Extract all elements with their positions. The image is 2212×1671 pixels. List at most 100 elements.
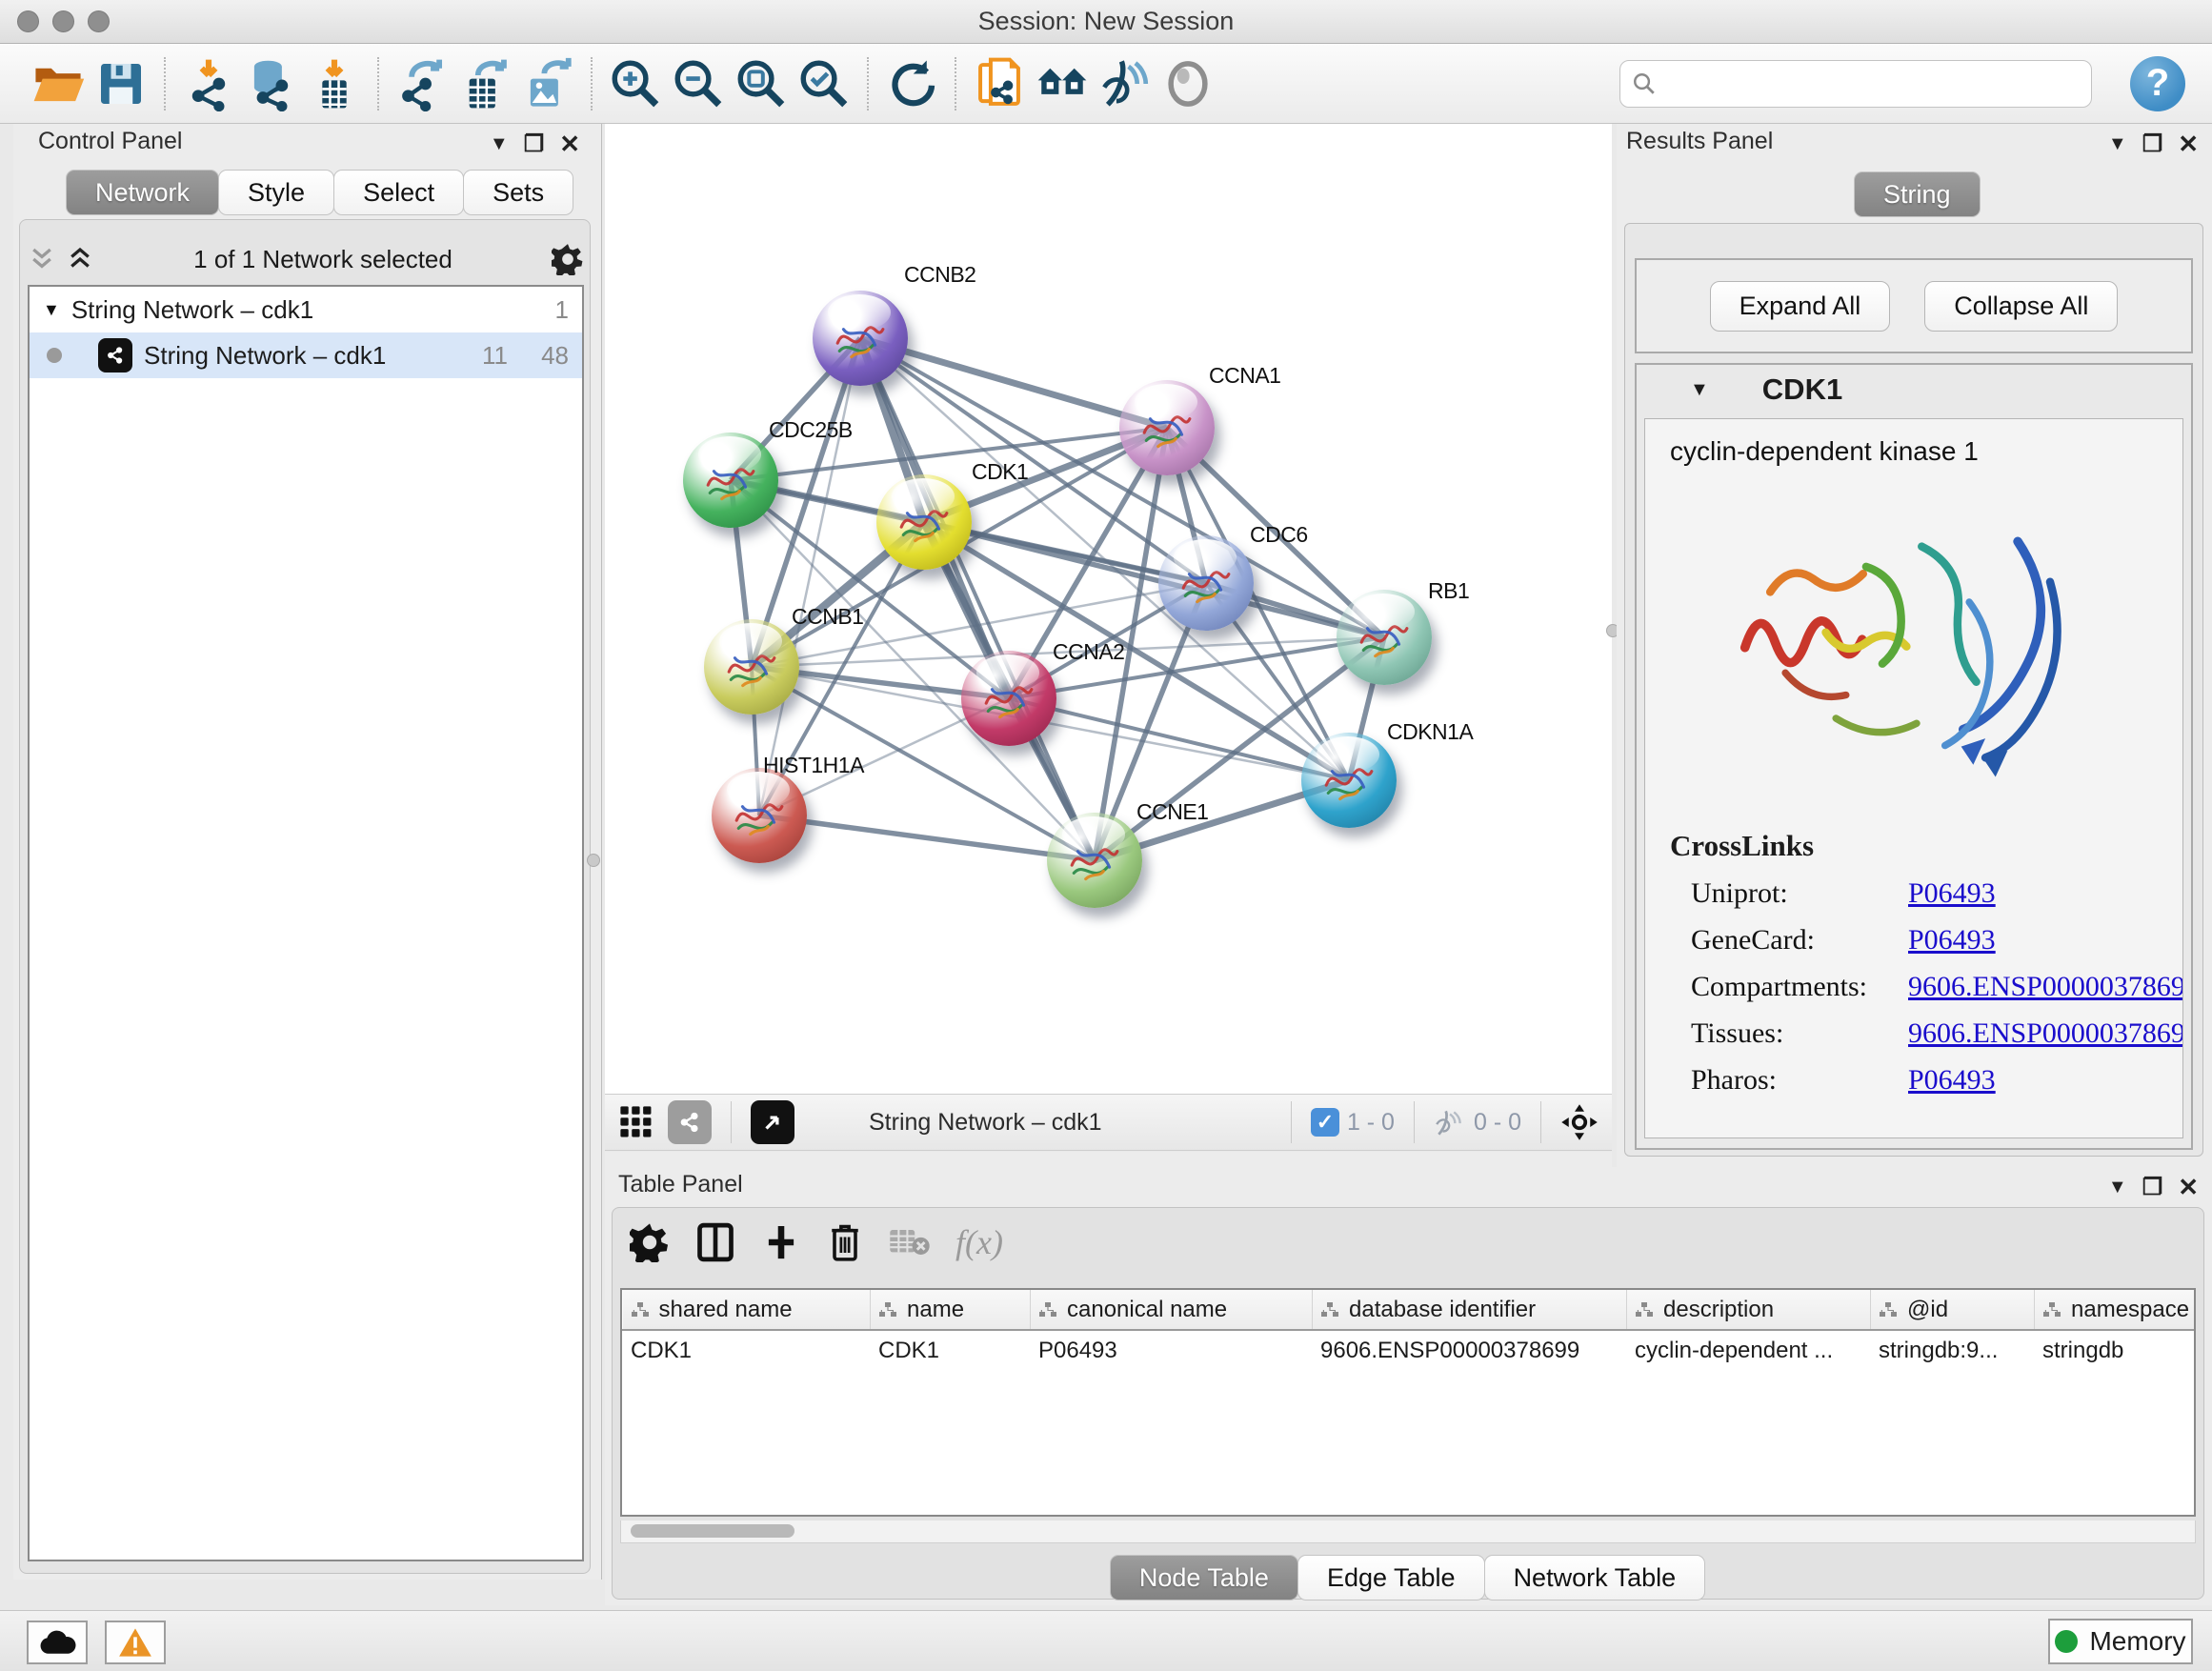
panel-menu-icon[interactable]: ▼ — [2108, 1177, 2127, 1198]
collapse-icon[interactable]: ▼ — [1690, 379, 1709, 401]
network-node-HIST1H1A[interactable] — [712, 768, 807, 863]
warning-icon — [118, 1627, 152, 1658]
collapse-icon[interactable]: ▼ — [43, 300, 60, 320]
show-columns-icon[interactable] — [694, 1221, 736, 1263]
collapse-all-chevron-icon[interactable] — [66, 247, 94, 272]
string-style-icon[interactable] — [668, 1100, 712, 1144]
search-input[interactable] — [1664, 70, 2080, 97]
table-row[interactable]: CDK1CDK1P064939606.ENSP00000378699cyclin… — [623, 1330, 2197, 1370]
scrollbar-thumb[interactable] — [631, 1524, 794, 1538]
tab-edge-table[interactable]: Edge Table — [1297, 1555, 1485, 1601]
column-header-id[interactable]: @id — [1871, 1290, 2035, 1330]
zoom-in-button[interactable] — [604, 52, 667, 115]
crosslink-link[interactable]: 9606.ENSP00000378699 — [1908, 971, 2183, 1003]
expand-all-chevron-icon[interactable] — [28, 247, 56, 272]
network-node-CCNA1[interactable] — [1119, 380, 1215, 475]
crosslink-link[interactable]: P06493 — [1908, 1064, 1996, 1097]
zoom-selected-button[interactable] — [793, 52, 855, 115]
table-cell[interactable]: CDK1 — [871, 1330, 1031, 1370]
left-splitter-handle[interactable] — [587, 854, 600, 867]
crosslink-link[interactable]: P06493 — [1908, 877, 1996, 910]
network-from-file-button[interactable] — [968, 52, 1031, 115]
add-column-icon[interactable] — [761, 1222, 801, 1262]
network-node-CDKN1A[interactable] — [1301, 733, 1397, 828]
panel-menu-icon[interactable]: ▼ — [490, 133, 509, 155]
export-table-button[interactable] — [453, 52, 516, 115]
network-file-icon — [972, 56, 1027, 111]
close-panel-icon[interactable]: ✕ — [559, 130, 580, 159]
collapse-all-button[interactable]: Collapse All — [1924, 281, 2118, 332]
zoom-fit-button[interactable] — [730, 52, 793, 115]
warnings-button[interactable] — [105, 1621, 166, 1664]
tab-network[interactable]: Network — [66, 170, 219, 215]
close-panel-icon[interactable]: ✕ — [2178, 1173, 2199, 1202]
tab-string[interactable]: String — [1854, 171, 1981, 217]
save-session-button[interactable] — [90, 52, 152, 115]
network-node-CCNB2[interactable] — [813, 291, 908, 386]
table-body[interactable]: CDK1CDK1P064939606.ENSP00000378699cyclin… — [623, 1330, 2197, 1370]
column-header-name[interactable]: name — [871, 1290, 1031, 1330]
hide-unhide-button[interactable] — [1094, 52, 1156, 115]
import-table-button[interactable] — [303, 52, 366, 115]
table-cell[interactable]: stringdb:9... — [1871, 1330, 2035, 1370]
network-row[interactable]: String Network – cdk1 11 48 — [30, 332, 582, 378]
network-node-CDC6[interactable] — [1158, 535, 1254, 631]
network-node-RB1[interactable] — [1337, 590, 1432, 685]
column-header-database-identifier[interactable]: database identifier — [1313, 1290, 1627, 1330]
network-table-splitter[interactable] — [605, 1152, 1612, 1167]
open-in-new-window-button[interactable] — [751, 1100, 794, 1144]
network-collection-row[interactable]: ▼ String Network – cdk1 1 — [30, 287, 582, 332]
float-panel-icon[interactable]: ❐ — [524, 131, 545, 158]
home-button[interactable] — [1031, 52, 1094, 115]
table-horizontal-scrollbar[interactable] — [620, 1520, 2196, 1543]
network-node-CCNE1[interactable] — [1047, 813, 1142, 908]
network-node-CCNA2[interactable] — [961, 651, 1056, 746]
crosslink-label: Pharos: — [1670, 1064, 1908, 1097]
cloud-status-button[interactable] — [27, 1621, 88, 1664]
tab-node-table[interactable]: Node Table — [1110, 1555, 1298, 1601]
network-canvas[interactable]: CCNB2CCNA1CDC25BCDK1CDC6RB1CCNB1CCNA2CDK… — [605, 124, 1612, 1094]
import-network-file-button[interactable] — [177, 52, 240, 115]
node-label-CCNA2: CCNA2 — [1053, 639, 1124, 665]
table-cell[interactable]: P06493 — [1031, 1330, 1313, 1370]
gear-icon[interactable] — [552, 243, 584, 275]
refresh-button[interactable] — [880, 52, 943, 115]
float-panel-icon[interactable]: ❐ — [2142, 1174, 2163, 1201]
table-cell[interactable]: 9606.ENSP00000378699 — [1313, 1330, 1627, 1370]
table-header[interactable]: shared namenamecanonical namedatabase id… — [623, 1290, 2197, 1330]
zoom-out-button[interactable] — [667, 52, 730, 115]
tab-network-table[interactable]: Network Table — [1484, 1555, 1706, 1601]
table-cell[interactable]: stringdb — [2035, 1330, 2197, 1370]
table-cell[interactable]: cyclin-dependent ... — [1627, 1330, 1871, 1370]
import-network-icon — [181, 56, 236, 111]
tab-select[interactable]: Select — [333, 170, 464, 215]
column-header-canonical-name[interactable]: canonical name — [1031, 1290, 1313, 1330]
network-node-CCNB1[interactable] — [704, 619, 799, 715]
memory-button[interactable]: Memory — [2048, 1619, 2193, 1664]
crosslink-link[interactable]: 9606.ENSP00000378699 — [1908, 1017, 2183, 1050]
network-node-CDK1[interactable] — [876, 474, 972, 570]
crosslink-link[interactable]: P06493 — [1908, 924, 1996, 956]
network-node-CDC25B[interactable] — [683, 433, 778, 528]
tab-style[interactable]: Style — [218, 170, 334, 215]
birds-eye-grid-icon[interactable] — [618, 1104, 654, 1140]
close-panel-icon[interactable]: ✕ — [2178, 130, 2199, 159]
column-header-description[interactable]: description — [1627, 1290, 1871, 1330]
expand-all-button[interactable]: Expand All — [1710, 281, 1891, 332]
pan-crosshair-icon[interactable] — [1560, 1103, 1599, 1141]
help-button[interactable]: ? — [2130, 56, 2185, 111]
table-options-gear-icon[interactable] — [630, 1222, 670, 1262]
open-session-button[interactable] — [27, 52, 90, 115]
graphics-details-button[interactable] — [1156, 52, 1219, 115]
column-header-shared-name[interactable]: shared name — [623, 1290, 871, 1330]
panel-menu-icon[interactable]: ▼ — [2108, 133, 2127, 155]
float-panel-icon[interactable]: ❐ — [2142, 131, 2163, 158]
gene-section-header[interactable]: ▼ CDK1 — [1637, 365, 2191, 414]
delete-column-icon[interactable] — [826, 1221, 864, 1263]
table-cell[interactable]: CDK1 — [623, 1330, 871, 1370]
column-header-namespace[interactable]: namespace — [2035, 1290, 2197, 1330]
tab-sets[interactable]: Sets — [463, 170, 573, 215]
export-image-button[interactable] — [516, 52, 579, 115]
import-network-database-button[interactable] — [240, 52, 303, 115]
export-network-button[interactable] — [391, 52, 453, 115]
